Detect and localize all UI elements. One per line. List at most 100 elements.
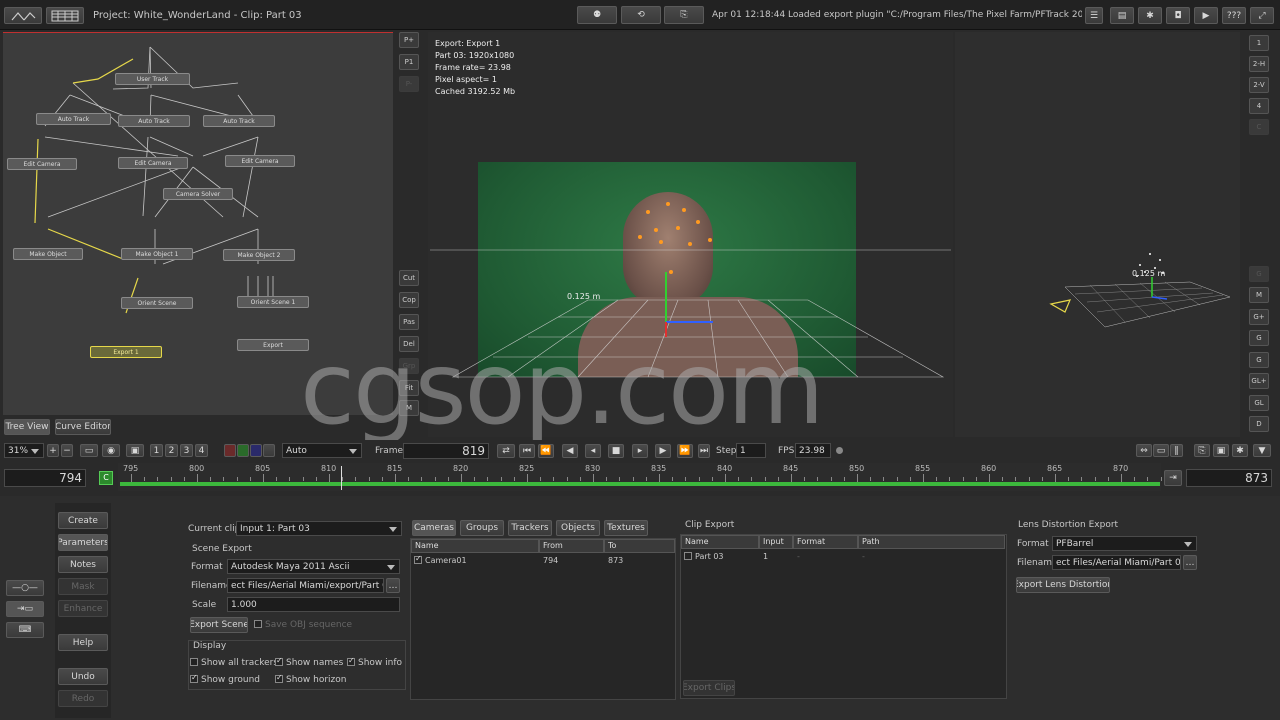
view-button-gl-plus[interactable]: GL+ xyxy=(1249,373,1269,389)
show-info-checkbox[interactable]: Show info xyxy=(347,656,402,668)
tree-node[interactable]: Edit Camera xyxy=(118,157,188,169)
tab-objects[interactable]: Objects xyxy=(556,520,600,536)
nav-create[interactable]: Create xyxy=(58,512,108,529)
clip-header-path[interactable]: Path xyxy=(858,535,1005,549)
lens-format-dropdown[interactable]: PFBarrel xyxy=(1052,536,1197,551)
settings-button[interactable]: ✱ xyxy=(1138,7,1162,24)
timeline-bars-button[interactable]: ‖ xyxy=(1170,444,1183,457)
camera-button[interactable]: ◘ xyxy=(1166,7,1190,24)
alpha-channel-button[interactable] xyxy=(263,444,275,457)
fit-view-button[interactable]: ▭ xyxy=(80,444,98,457)
step-forward-button[interactable]: ▸ xyxy=(632,444,648,458)
cache-mode-dropdown[interactable]: Auto xyxy=(282,443,362,458)
timeline-end-input[interactable]: 873 xyxy=(1186,469,1272,487)
clip-header-format[interactable]: Format xyxy=(793,535,858,549)
loop-button[interactable]: ⇄ xyxy=(497,444,515,458)
scene-browse-button[interactable]: … xyxy=(386,578,400,593)
tree-node[interactable]: Auto Track xyxy=(36,113,111,125)
range-end-button[interactable]: ⇥ xyxy=(1164,470,1182,486)
timeline-fit-button[interactable]: ⇔ xyxy=(1136,444,1152,457)
layout-toggle-button[interactable]: ⇥▭ xyxy=(6,601,44,617)
camera-header-from[interactable]: From xyxy=(539,539,604,553)
prev-key-button[interactable]: ⏪ xyxy=(538,444,554,458)
tree-node[interactable]: User Track xyxy=(115,73,190,85)
lock-button[interactable]: ▣ xyxy=(126,444,144,457)
fps-input[interactable]: 23.98 xyxy=(795,443,831,458)
side-button-p-minus[interactable]: P- xyxy=(399,76,419,92)
view-3-button[interactable]: 3 xyxy=(180,444,193,457)
view-button-gl[interactable]: GL xyxy=(1249,395,1269,411)
view-button-4[interactable]: 4 xyxy=(1249,98,1269,114)
tree-node[interactable]: Make Object 1 xyxy=(121,248,193,260)
step-back-button[interactable]: ◂ xyxy=(585,444,601,458)
view-1-button[interactable]: 1 xyxy=(150,444,163,457)
blue-channel-button[interactable] xyxy=(250,444,262,457)
view-button-d[interactable]: D xyxy=(1249,416,1269,432)
timeline-track[interactable]: 795 800 805 810 815 820 825 830 835 840 845 850 855 8… xyxy=(118,463,1175,491)
list-button[interactable]: ☰ xyxy=(1085,7,1103,24)
nav-mask[interactable]: Mask xyxy=(58,578,108,595)
show-names-checkbox[interactable]: Show names xyxy=(275,656,343,668)
eye-button[interactable]: ◉ xyxy=(102,444,120,457)
tree-node[interactable]: Export 1 xyxy=(90,346,162,358)
side-button-p-plus[interactable]: P+ xyxy=(399,32,419,48)
nav-help[interactable]: Help xyxy=(58,634,108,651)
nav-redo[interactable]: Redo xyxy=(58,690,108,707)
tree-node[interactable]: Auto Track xyxy=(203,115,275,127)
stop-button[interactable]: ■ xyxy=(608,444,624,458)
show-all-trackers-checkbox[interactable]: Show all trackers xyxy=(190,658,278,668)
lens-filename-input[interactable]: ect Files/Aerial Miami/Part 03.pfb xyxy=(1052,555,1181,570)
timeline-settings-button[interactable]: ▣ xyxy=(1213,444,1229,457)
export-button-top[interactable]: ⎘ xyxy=(664,6,704,24)
view-button-g-plus[interactable]: G+ xyxy=(1249,309,1269,325)
zoom-dropdown[interactable]: 31% xyxy=(4,443,44,458)
camera-header-name[interactable]: Name xyxy=(411,539,539,553)
show-ground-checkbox[interactable]: Show ground xyxy=(190,673,260,685)
tab-tree-view[interactable]: Tree View xyxy=(4,419,50,435)
tree-node[interactable]: Orient Scene xyxy=(121,297,193,309)
play-video-button[interactable]: ▶ xyxy=(1194,7,1218,24)
view-button-c[interactable]: C xyxy=(1249,119,1269,135)
view-button-g2[interactable]: G xyxy=(1249,352,1269,368)
zoom-in-button[interactable]: + xyxy=(47,444,59,457)
perspective-view[interactable]: 0.125 m xyxy=(955,32,1240,437)
side-button-paste[interactable]: Pas xyxy=(399,314,419,330)
green-channel-button[interactable] xyxy=(237,444,249,457)
nav-enhance[interactable]: Enhance xyxy=(58,600,108,617)
export-scene-button[interactable]: Export Scene xyxy=(190,617,248,633)
tree-node[interactable]: Make Object 2 xyxy=(223,249,295,261)
nav-undo[interactable]: Undo xyxy=(58,668,108,685)
tree-node[interactable]: Auto Track xyxy=(118,115,190,127)
timeline-expand-button[interactable]: ▼ xyxy=(1253,444,1271,457)
lens-browse-button[interactable]: … xyxy=(1183,555,1197,570)
camera-row-name[interactable]: Camera01 xyxy=(414,554,467,565)
view-button-m[interactable]: M xyxy=(1249,287,1269,303)
step-input[interactable]: 1 xyxy=(736,443,766,458)
nav-notes[interactable]: Notes xyxy=(58,556,108,573)
nav-parameters[interactable]: Parameters xyxy=(58,534,108,551)
show-horizon-checkbox[interactable]: Show horizon xyxy=(275,673,347,685)
scale-input[interactable]: 1.000 xyxy=(227,597,400,612)
slider-toggle-button[interactable]: —○— xyxy=(6,580,44,596)
view-button-2h[interactable]: 2-H xyxy=(1249,56,1269,72)
clip-header-name[interactable]: Name xyxy=(681,535,759,549)
tab-textures[interactable]: Textures xyxy=(604,520,648,536)
tree-node[interactable]: Orient Scene 1 xyxy=(237,296,309,308)
tree-node[interactable]: Make Object xyxy=(13,248,83,260)
first-frame-button[interactable]: ⏮ xyxy=(519,444,535,458)
play-backward-button[interactable]: ◀ xyxy=(562,444,578,458)
camera-header-to[interactable]: To xyxy=(604,539,675,553)
scene-format-dropdown[interactable]: Autodesk Maya 2011 Ascii xyxy=(227,559,400,574)
next-key-button[interactable]: ⏩ xyxy=(677,444,693,458)
tree-node[interactable]: Edit Camera xyxy=(7,158,77,170)
play-forward-button[interactable]: ▶ xyxy=(655,444,671,458)
save-obj-checkbox[interactable]: Save OBJ sequence xyxy=(254,620,352,630)
export-clips-button[interactable]: Export Clips xyxy=(683,680,735,696)
side-button-copy[interactable]: Cop xyxy=(399,292,419,308)
monitor-button[interactable]: ▤ xyxy=(1110,7,1134,24)
red-channel-button[interactable] xyxy=(224,444,236,457)
timeline-export-button[interactable]: ⎘ xyxy=(1194,444,1210,457)
tab-groups[interactable]: Groups xyxy=(460,520,504,536)
scene-filename-input[interactable]: ect Files/Aerial Miami/export/Part 03.ma xyxy=(227,578,384,593)
view-button-1[interactable]: 1 xyxy=(1249,35,1269,51)
